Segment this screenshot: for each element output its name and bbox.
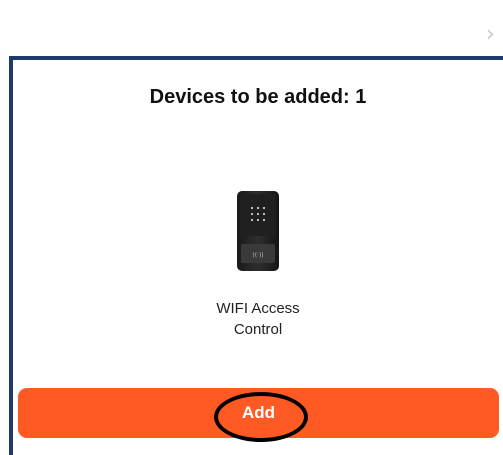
device-name-line1: WIFI Access: [216, 300, 300, 317]
device-name: WIFI Access Control: [13, 298, 503, 340]
dialog-title: Devices to be added: 1: [149, 86, 367, 108]
access-control-keypad-icon: ((·)): [237, 191, 279, 271]
close-chevron-icon[interactable]: ›: [486, 25, 502, 45]
device-name-line2: Control: [233, 321, 283, 338]
svg-text:((·)): ((·)): [252, 252, 263, 259]
add-button[interactable]: Add: [18, 388, 499, 438]
add-devices-dialog: Devices to be added: 1 ((·)) WIFI Access…: [9, 56, 503, 455]
add-button-label: Add: [241, 403, 276, 422]
